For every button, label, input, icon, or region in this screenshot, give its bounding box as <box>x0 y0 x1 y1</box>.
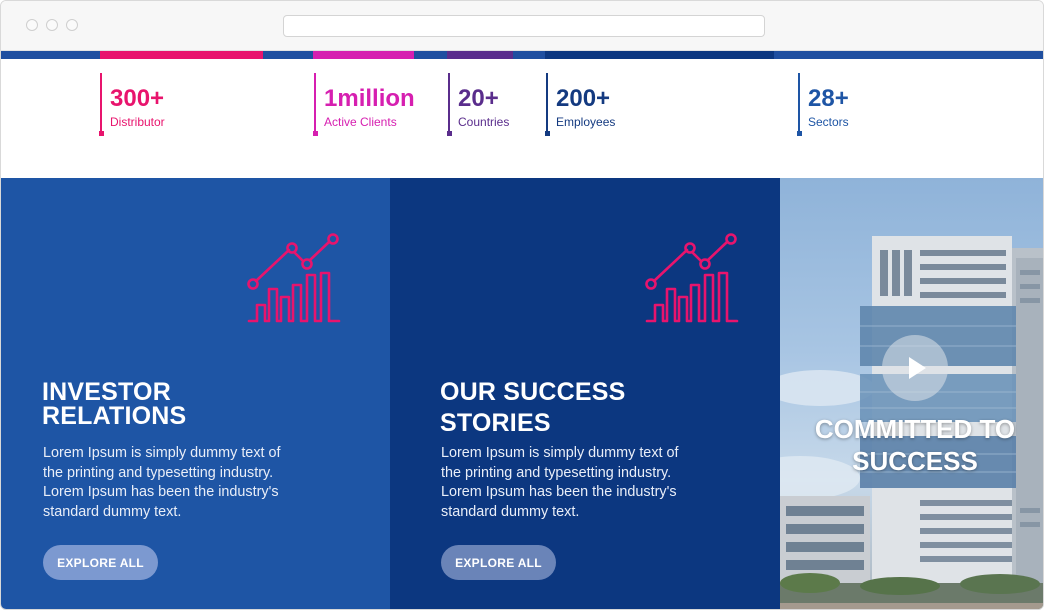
success-stories-panel: OUR SUCCESS STORIES Lorem Ipsum is simpl… <box>390 178 780 609</box>
panel-title: OUR SUCCESS STORIES <box>440 377 626 439</box>
window-close-dot[interactable] <box>26 19 38 31</box>
address-bar[interactable] <box>283 15 765 37</box>
line-bar-chart-icon <box>645 233 739 323</box>
success-explore-all-button[interactable]: EXPLORE ALL <box>441 545 556 580</box>
stats-bar: 300+ Distributor 1million Active Clients… <box>1 59 1043 178</box>
panel-description: Lorem Ipsum is simply dummy text of the … <box>441 445 679 520</box>
stat-line <box>798 73 800 135</box>
investor-relations-panel: INVESTOR RELATIONS Lorem Ipsum is simply… <box>1 178 390 609</box>
stat-value: 200+ <box>556 85 611 112</box>
strip-segment-pink <box>100 51 263 59</box>
color-accent-strip <box>1 51 1043 59</box>
stat-marker <box>313 131 318 136</box>
stat-value: 28+ <box>808 85 849 112</box>
stat-line <box>100 73 102 135</box>
hero-image-panel: COMMITTED TO SUCCESS <box>780 178 1043 609</box>
panel-title: INVESTOR RELATIONS <box>42 378 187 430</box>
panel-title-line-1: OUR SUCCESS <box>440 378 626 406</box>
stat-label: Sectors <box>808 115 849 129</box>
stat-value: 1million <box>324 85 415 112</box>
window-minimize-dot[interactable] <box>46 19 58 31</box>
stat-line <box>448 73 450 135</box>
stat-line <box>314 73 316 135</box>
line-bar-chart-icon <box>247 233 341 323</box>
stat-label: Distributor <box>110 115 165 129</box>
stat-marker <box>447 131 452 136</box>
play-video-button[interactable] <box>882 335 948 401</box>
stat-value: 300+ <box>110 85 165 112</box>
stat-label: Countries <box>458 115 510 129</box>
panel-title-line-2: STORIES <box>440 409 551 437</box>
stat-label: Active Clients <box>324 115 397 129</box>
stat-marker <box>797 131 802 136</box>
hero-title: COMMITTED TO SUCCESS <box>780 413 1043 477</box>
strip-segment-magenta <box>313 51 414 59</box>
hero-title-line-1: COMMITTED TO <box>814 414 1016 444</box>
panel-title-line-2: RELATIONS <box>42 402 187 430</box>
stat-marker <box>545 131 550 136</box>
investor-explore-all-button[interactable]: EXPLORE ALL <box>43 545 158 580</box>
stat-line <box>546 73 548 135</box>
panel-title-line-1: INVESTOR <box>42 378 171 406</box>
stat-value: 20+ <box>458 85 499 112</box>
window-maximize-dot[interactable] <box>66 19 78 31</box>
browser-window: 300+ Distributor 1million Active Clients… <box>0 0 1044 610</box>
play-icon <box>909 357 926 379</box>
strip-segment-purple <box>447 51 513 59</box>
strip-segment-navy <box>545 51 774 59</box>
stat-marker <box>99 131 104 136</box>
stat-label: Employees <box>556 115 616 129</box>
hero-title-line-2: SUCCESS <box>852 446 978 476</box>
browser-toolbar <box>1 1 1043 51</box>
panel-description: Lorem Ipsum is simply dummy text of the … <box>43 445 281 520</box>
